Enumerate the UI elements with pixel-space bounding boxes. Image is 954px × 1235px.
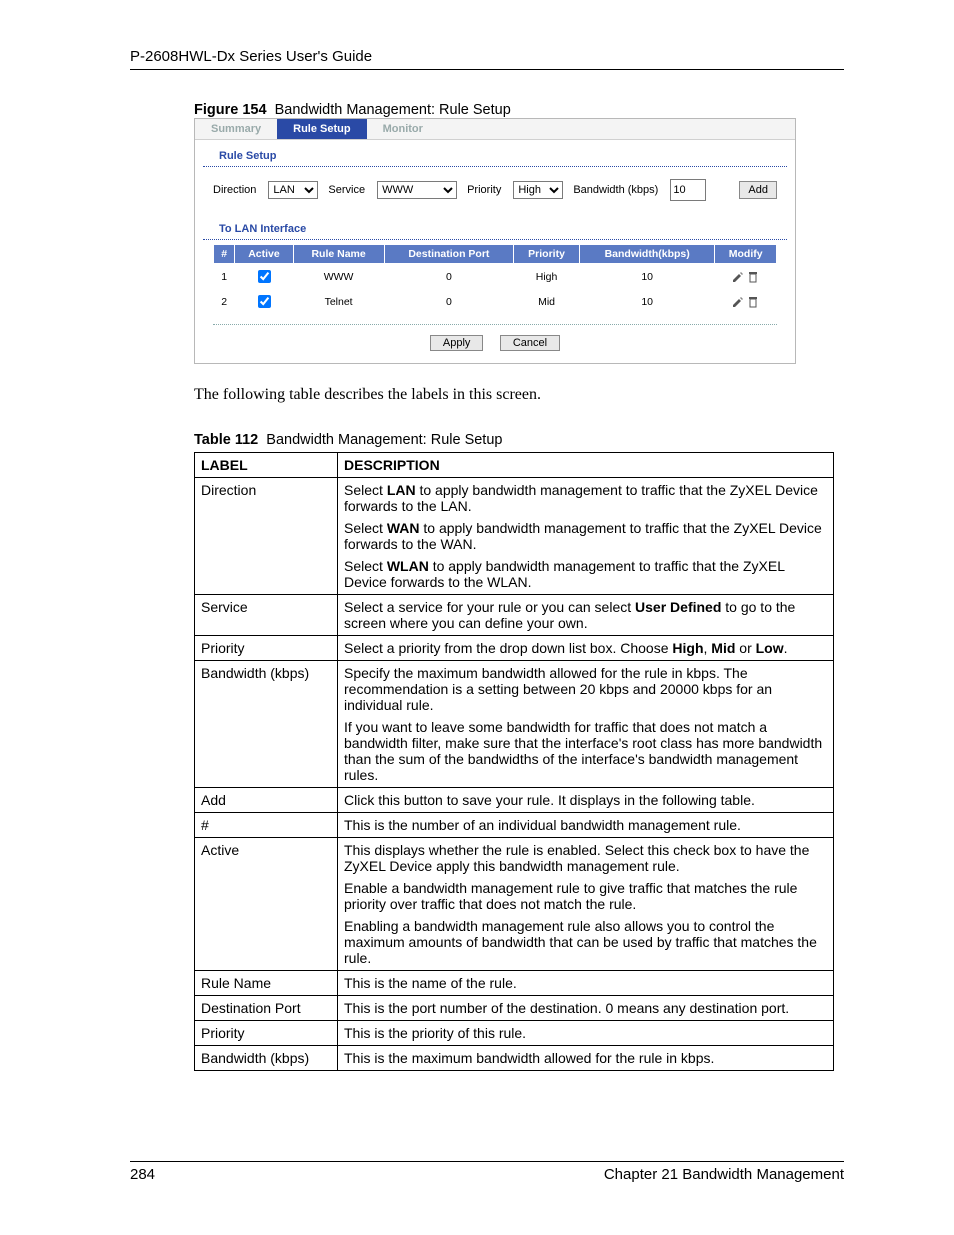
header-description: DESCRIPTION	[338, 453, 834, 478]
desc-row: Priority Select a priority from the drop…	[195, 636, 834, 661]
active-checkbox[interactable]	[258, 270, 271, 283]
desc-row: Bandwidth (kbps) This is the maximum ban…	[195, 1046, 834, 1071]
page-number: 284	[130, 1166, 155, 1183]
desc-label: Direction	[195, 478, 338, 595]
desc-row: Direction Select LAN to apply bandwidth …	[195, 478, 834, 595]
service-select[interactable]: WWW	[377, 181, 457, 199]
cell-dest-port: 0	[384, 289, 514, 314]
col-active: Active	[235, 245, 293, 264]
direction-select[interactable]: LAN	[268, 181, 318, 199]
col-modify: Modify	[715, 245, 777, 264]
cell-modify	[715, 264, 777, 290]
col-bandwidth: Bandwidth(kbps)	[579, 245, 714, 264]
description-table: LABEL DESCRIPTION Direction Select LAN t…	[194, 452, 834, 1071]
rules-table: # Active Rule Name Destination Port Prio…	[213, 244, 777, 314]
button-row: Apply Cancel	[213, 324, 777, 363]
edit-icon[interactable]	[732, 270, 744, 282]
desc-label: Bandwidth (kbps)	[195, 1046, 338, 1071]
table-title: Bandwidth Management: Rule Setup	[266, 432, 502, 448]
cancel-button[interactable]: Cancel	[500, 335, 560, 351]
desc-row: Priority This is the priority of this ru…	[195, 1021, 834, 1046]
desc-label: Add	[195, 788, 338, 813]
tab-summary[interactable]: Summary	[195, 119, 277, 139]
figure-caption: Figure 154 Bandwidth Management: Rule Se…	[194, 102, 844, 118]
priority-select[interactable]: High	[513, 181, 563, 199]
tab-rule-setup[interactable]: Rule Setup	[277, 119, 366, 139]
header-label: LABEL	[195, 453, 338, 478]
col-num: #	[214, 245, 235, 264]
cell-bandwidth: 10	[579, 264, 714, 290]
tab-monitor[interactable]: Monitor	[367, 119, 439, 139]
desc-label: #	[195, 813, 338, 838]
chapter-label: Chapter 21 Bandwidth Management	[604, 1166, 844, 1183]
table-row: 2 Telnet 0 Mid 10	[214, 289, 777, 314]
desc-text: Select a priority from the drop down lis…	[338, 636, 834, 661]
desc-text: This is the priority of this rule.	[338, 1021, 834, 1046]
cell-bandwidth: 10	[579, 289, 714, 314]
desc-label: Active	[195, 838, 338, 971]
desc-label: Service	[195, 595, 338, 636]
cell-dest-port: 0	[384, 264, 514, 290]
delete-icon[interactable]	[747, 295, 759, 307]
direction-label: Direction	[213, 184, 256, 196]
cell-modify	[715, 289, 777, 314]
desc-label: Priority	[195, 1021, 338, 1046]
intro-text: The following table describes the labels…	[194, 386, 844, 404]
cell-priority: High	[514, 264, 580, 290]
delete-icon[interactable]	[747, 270, 759, 282]
desc-label: Bandwidth (kbps)	[195, 661, 338, 788]
desc-text: Specify the maximum bandwidth allowed fo…	[338, 661, 834, 788]
cell-active	[235, 264, 293, 290]
document-title: P-2608HWL-Dx Series User's Guide	[130, 48, 844, 70]
desc-row: Add Click this button to save your rule.…	[195, 788, 834, 813]
desc-label: Priority	[195, 636, 338, 661]
desc-row: # This is the number of an individual ba…	[195, 813, 834, 838]
figure-title: Bandwidth Management: Rule Setup	[275, 102, 511, 118]
section-rule-setup: Rule Setup	[203, 140, 787, 167]
cell-num: 2	[214, 289, 235, 314]
desc-row: Destination Port This is the port number…	[195, 996, 834, 1021]
table-caption: Table 112 Bandwidth Management: Rule Set…	[194, 432, 844, 448]
figure-label: Figure 154	[194, 102, 267, 118]
desc-text: This is the name of the rule.	[338, 971, 834, 996]
cell-rule-name: WWW	[293, 264, 384, 290]
service-label: Service	[328, 184, 365, 196]
col-priority: Priority	[514, 245, 580, 264]
cell-priority: Mid	[514, 289, 580, 314]
cell-active	[235, 289, 293, 314]
desc-label: Destination Port	[195, 996, 338, 1021]
desc-text: Select LAN to apply bandwidth management…	[338, 478, 834, 595]
table-label: Table 112	[194, 432, 258, 448]
page-footer: 284 Chapter 21 Bandwidth Management	[130, 1161, 844, 1183]
priority-label: Priority	[467, 184, 501, 196]
desc-text: This is the maximum bandwidth allowed fo…	[338, 1046, 834, 1071]
bandwidth-input[interactable]	[670, 179, 706, 201]
table-row: 1 WWW 0 High 10	[214, 264, 777, 290]
apply-button[interactable]: Apply	[430, 335, 484, 351]
desc-text: This is the number of an individual band…	[338, 813, 834, 838]
controls-row: Direction LAN Service WWW Priority High …	[195, 167, 795, 213]
desc-text: Click this button to save your rule. It …	[338, 788, 834, 813]
desc-row: Active This displays whether the rule is…	[195, 838, 834, 971]
edit-icon[interactable]	[732, 295, 744, 307]
screenshot-panel: Summary Rule Setup Monitor Rule Setup Di…	[194, 118, 796, 364]
cell-rule-name: Telnet	[293, 289, 384, 314]
add-button[interactable]: Add	[739, 181, 777, 199]
active-checkbox[interactable]	[258, 295, 271, 308]
section-interface: To LAN Interface	[203, 213, 787, 240]
desc-text: Select a service for your rule or you ca…	[338, 595, 834, 636]
desc-row: Service Select a service for your rule o…	[195, 595, 834, 636]
desc-text: This is the port number of the destinati…	[338, 996, 834, 1021]
tab-bar: Summary Rule Setup Monitor	[195, 119, 795, 140]
bandwidth-label: Bandwidth (kbps)	[573, 184, 658, 196]
desc-row: Bandwidth (kbps) Specify the maximum ban…	[195, 661, 834, 788]
col-rule-name: Rule Name	[293, 245, 384, 264]
col-dest-port: Destination Port	[384, 245, 514, 264]
cell-num: 1	[214, 264, 235, 290]
desc-text: This displays whether the rule is enable…	[338, 838, 834, 971]
desc-label: Rule Name	[195, 971, 338, 996]
desc-row: Rule Name This is the name of the rule.	[195, 971, 834, 996]
